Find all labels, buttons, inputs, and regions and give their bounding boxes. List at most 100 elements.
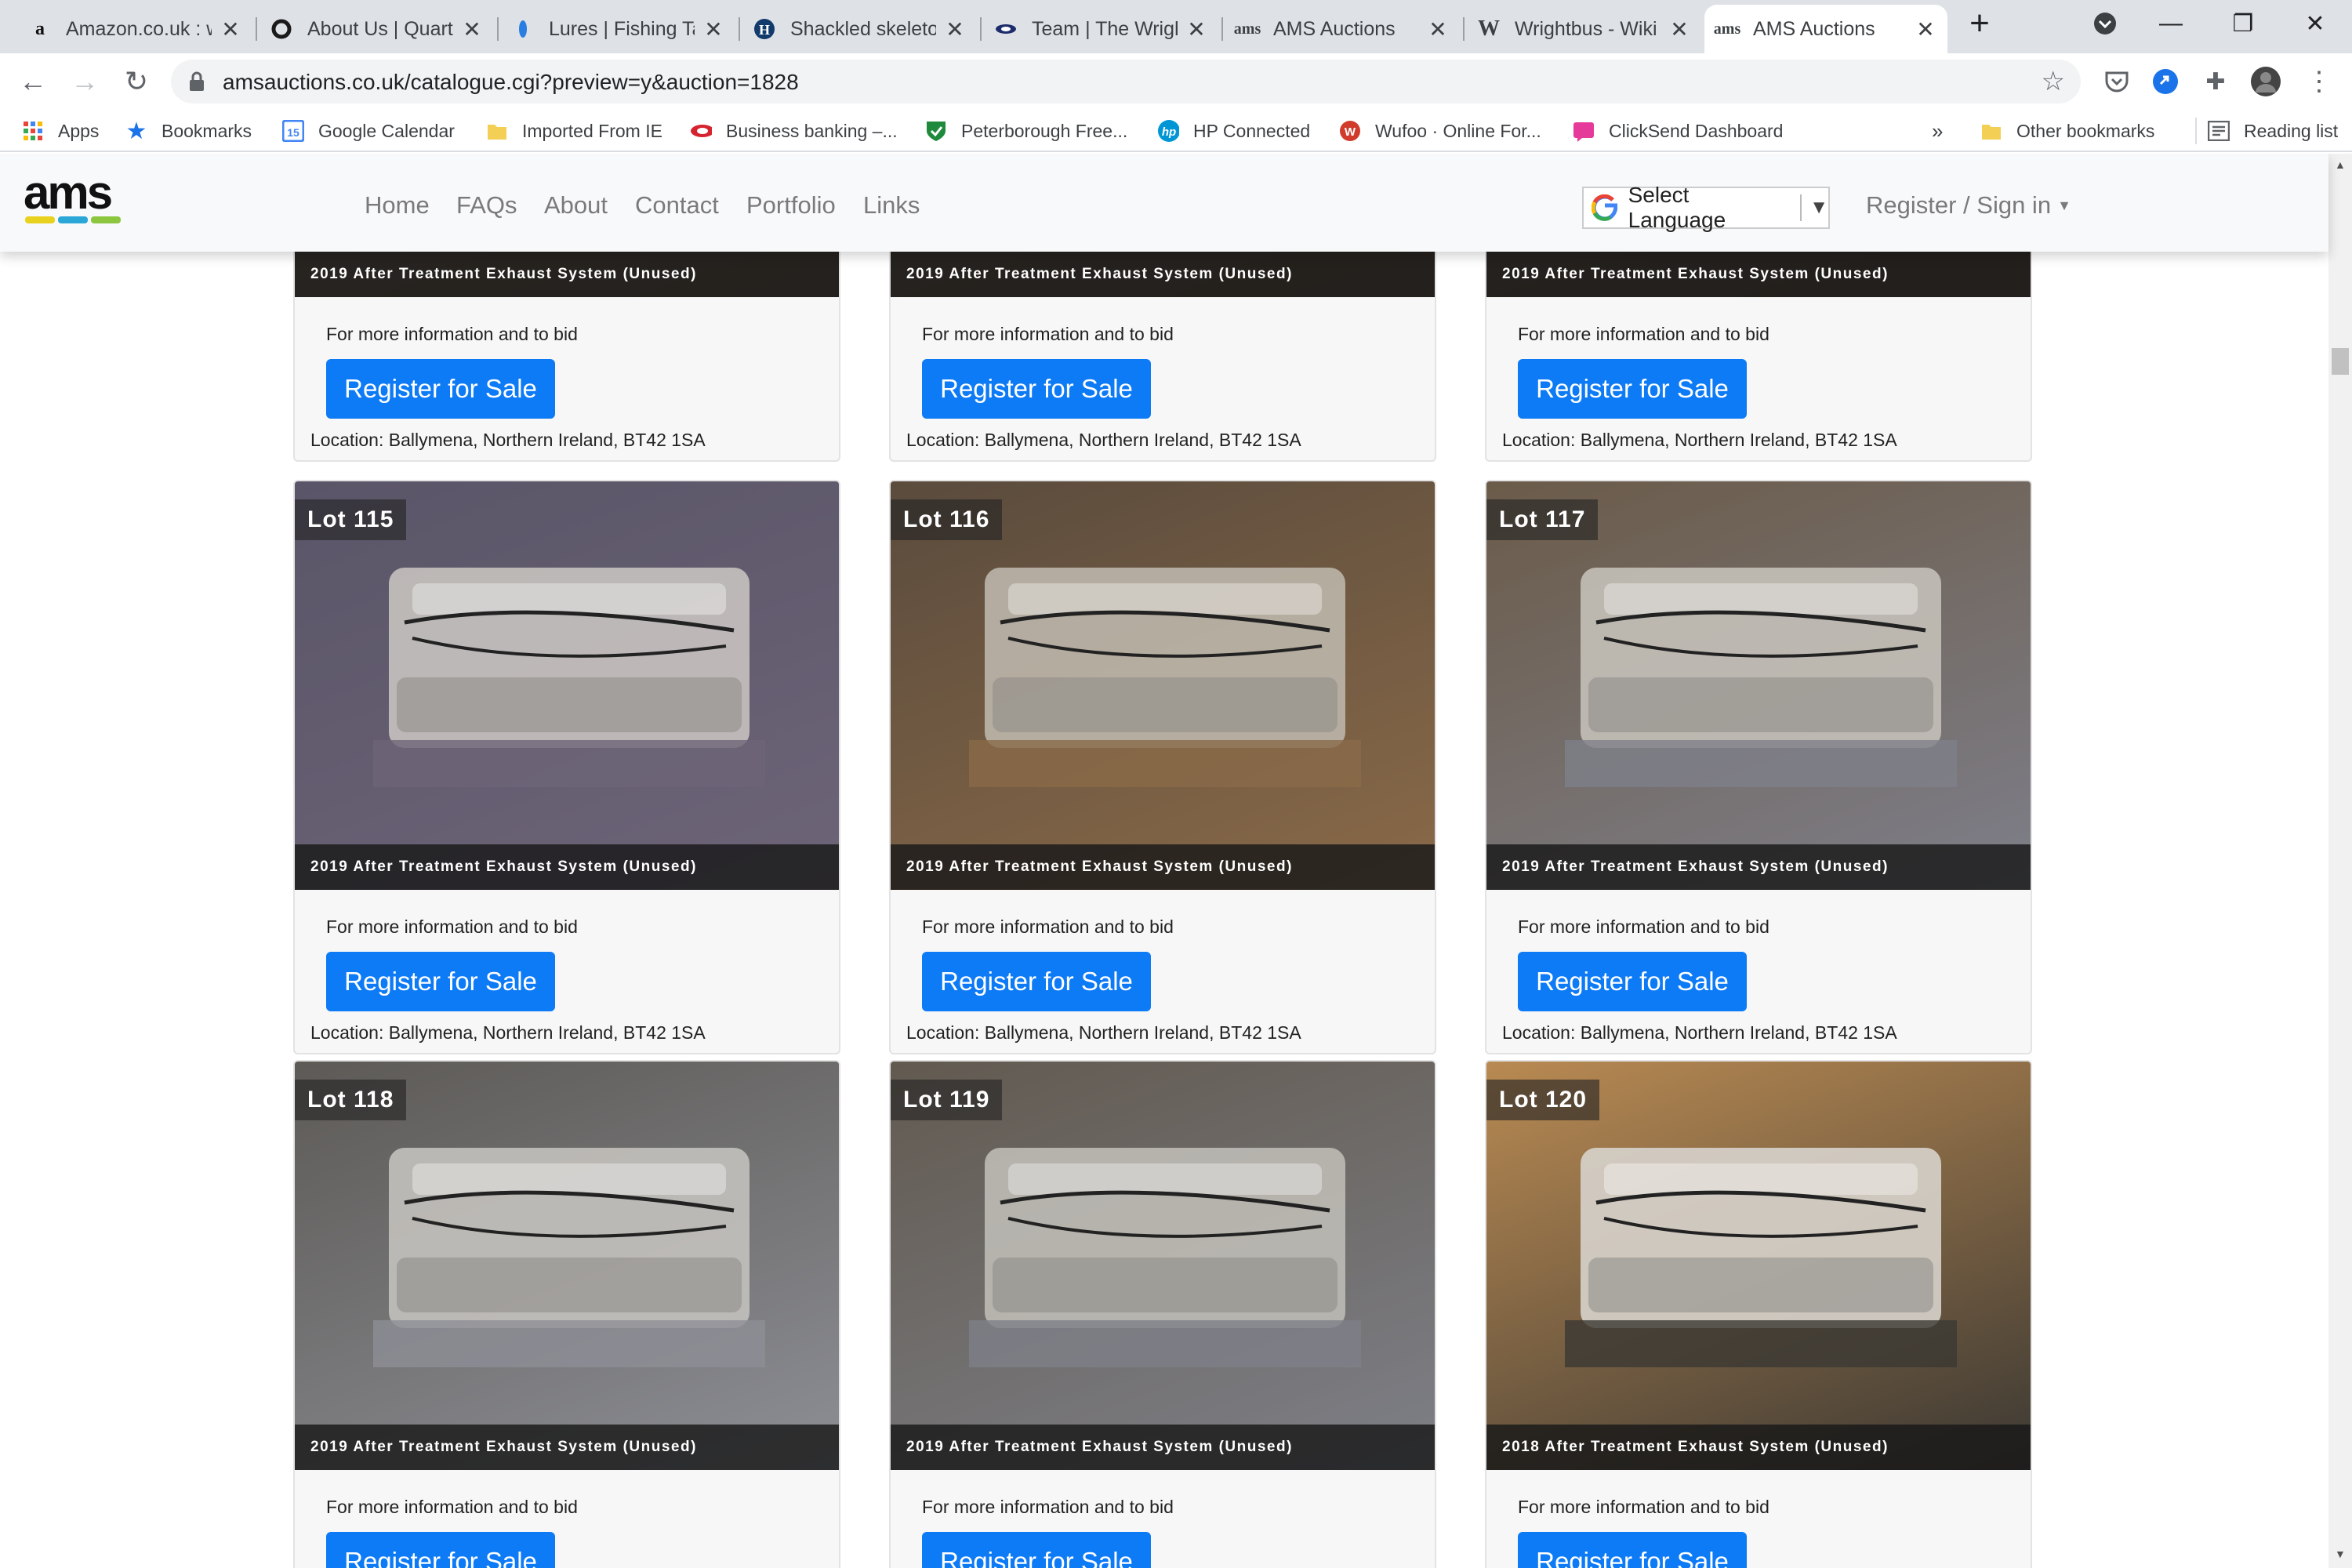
lot-number-label: Lot 115 — [295, 499, 407, 540]
scroll-up-arrow-icon[interactable]: ▲ — [2335, 158, 2346, 171]
close-tab-icon[interactable]: ✕ — [1668, 16, 1690, 42]
close-tab-icon[interactable]: ✕ — [1427, 16, 1449, 42]
chevron-down-circle-icon — [2094, 13, 2116, 34]
nav-about[interactable]: About — [544, 191, 608, 220]
bookmark-clicksend[interactable]: ClickSend Dashboard — [1573, 118, 1783, 144]
bookmarks-overflow-chevron-icon[interactable]: » — [1932, 118, 1943, 144]
vertical-scrollbar[interactable]: ▲ ▼ — [2328, 154, 2352, 1568]
forward-button[interactable]: → — [64, 61, 105, 102]
bid-info-text: For more information and to bid — [326, 324, 578, 344]
reload-button[interactable]: ↻ — [116, 61, 157, 102]
register-for-sale-button[interactable]: Register for Sale — [326, 1532, 555, 1568]
address-bar[interactable]: amsauctions.co.uk/catalogue.cgi?preview=… — [171, 60, 2081, 103]
tab-separator — [256, 17, 257, 41]
register-for-sale-button[interactable]: Register for Sale — [922, 952, 1151, 1011]
tab-search-button[interactable] — [2070, 0, 2140, 47]
register-signin-dropdown[interactable]: Register / Sign in ▼ — [1866, 191, 2071, 220]
lot-location: Location: Ballymena, Northern Ireland, B… — [310, 1022, 706, 1043]
site-navbar: ams Home FAQs About Contact Portfolio Li… — [0, 154, 2328, 252]
browser-tab[interactable]: a Amazon.co.uk : w ✕ — [17, 5, 252, 53]
profile-avatar[interactable] — [2249, 64, 2283, 99]
svg-text:ams: ams — [24, 171, 111, 219]
lot-card: Lot 116 2019 After Treatment Exhaust Syst… — [889, 480, 1436, 1054]
google-g-icon — [1592, 194, 1617, 221]
lot-photo[interactable]: Lot 116 2019 After Treatment Exhaust Syst… — [891, 481, 1435, 890]
lot-location: Location: Ballymena, Northern Ireland, B… — [310, 430, 706, 450]
back-button[interactable]: ← — [13, 61, 53, 102]
close-tab-icon[interactable]: ✕ — [461, 16, 483, 42]
close-tab-icon[interactable]: ✕ — [702, 16, 724, 42]
bookmark-other-bookmarks[interactable]: Other bookmarks — [1980, 118, 2154, 144]
minimize-button[interactable]: — — [2136, 0, 2206, 47]
bookmark-star-icon[interactable]: ☆ — [2042, 66, 2065, 97]
folder-icon — [486, 120, 508, 142]
register-for-sale-button[interactable]: Register for Sale — [1518, 952, 1747, 1011]
bookmarks-bar: Apps ★ Bookmarks 15 Google Calendar Impo… — [0, 110, 2352, 152]
new-tab-button[interactable]: + — [1948, 0, 2011, 47]
lot-location: Location: Ballymena, Northern Ireland, B… — [1502, 1022, 1897, 1043]
arrow-left-icon: ← — [19, 65, 47, 97]
ams-logo[interactable]: ams — [24, 166, 125, 230]
extension-link-icon[interactable] — [2148, 64, 2183, 99]
svg-text:H: H — [759, 22, 770, 38]
star-icon: ★ — [125, 118, 147, 144]
bookmark-imported-from-ie[interactable]: Imported From IE — [486, 118, 662, 144]
lot-photo[interactable]: Lot 119 2019 After Treatment Exhaust Syst… — [891, 1062, 1435, 1470]
ams-icon: ams — [1233, 20, 1261, 38]
bookmark-peterborough[interactable]: Peterborough Free... — [925, 118, 1127, 144]
wright-icon — [994, 17, 1018, 41]
wikipedia-icon: W — [1478, 16, 1500, 41]
reading-list[interactable]: Reading list — [2195, 118, 2338, 144]
nav-home[interactable]: Home — [365, 191, 430, 220]
kebab-menu-icon[interactable]: ⋮ — [2302, 64, 2336, 99]
browser-tab[interactable]: W Wrightbus - Wiki ✕ — [1466, 5, 1701, 53]
register-for-sale-button[interactable]: Register for Sale — [922, 1532, 1151, 1568]
scrollbar-thumb[interactable] — [2332, 348, 2349, 375]
browser-tab[interactable]: ams AMS Auctions ✕ — [1225, 5, 1460, 53]
register-for-sale-button[interactable]: Register for Sale — [326, 952, 555, 1011]
folder-icon — [1980, 120, 2002, 142]
lot-photo[interactable]: Lot 118 2019 After Treatment Exhaust Syst… — [295, 1062, 839, 1470]
register-for-sale-button[interactable]: Register for Sale — [1518, 1532, 1747, 1568]
browser-tab[interactable]: Team | The Wrigh ✕ — [983, 5, 1218, 53]
lot-caption: 2019 After Treatment Exhaust System (Unu… — [295, 252, 839, 297]
svg-text:W: W — [1345, 125, 1356, 139]
browser-tab-active[interactable]: ams AMS Auctions ✕ — [1704, 5, 1947, 53]
register-for-sale-button[interactable]: Register for Sale — [326, 359, 555, 419]
bookmark-wufoo[interactable]: W Wufoo · Online For... — [1339, 118, 1541, 144]
browser-tab[interactable]: Lures | Fishing Ta ✕ — [500, 5, 735, 53]
nav-contact[interactable]: Contact — [635, 191, 719, 220]
lot-photo[interactable]: Lot 120 2018 After Treatment Exhaust Syst… — [1486, 1062, 2031, 1470]
history-icon: H — [753, 17, 776, 41]
bookmark-hp-connected[interactable]: hp HP Connected — [1157, 118, 1310, 144]
bookmark-bookmarks[interactable]: ★ Bookmarks — [125, 118, 252, 144]
lot-photo[interactable]: Lot 117 2019 After Treatment Exhaust Syst… — [1486, 481, 2031, 890]
restore-button[interactable]: ❐ — [2208, 0, 2278, 47]
close-tab-icon[interactable]: ✕ — [220, 16, 241, 42]
lot-number-label: Lot 119 — [891, 1080, 1003, 1120]
extensions-puzzle-icon[interactable]: ✚ — [2198, 64, 2233, 99]
scroll-down-arrow-icon[interactable]: ▼ — [2335, 1548, 2346, 1560]
close-tab-icon[interactable]: ✕ — [944, 16, 966, 42]
bid-info-text: For more information and to bid — [326, 1497, 578, 1517]
browser-tab[interactable]: About Us | Quart ✕ — [259, 5, 494, 53]
nav-links[interactable]: Links — [863, 191, 920, 220]
pocket-icon[interactable] — [2100, 64, 2134, 99]
browser-tab[interactable]: H Shackled skeleto ✕ — [742, 5, 977, 53]
language-select[interactable]: Select Language ▼ — [1582, 183, 1830, 232]
register-for-sale-button[interactable]: Register for Sale — [922, 359, 1151, 419]
register-for-sale-button[interactable]: Register for Sale — [1518, 359, 1747, 419]
bookmark-apps[interactable]: Apps — [22, 118, 99, 144]
nav-faqs[interactable]: FAQs — [456, 191, 517, 220]
close-tab-icon[interactable]: ✕ — [1185, 16, 1207, 42]
close-tab-icon[interactable]: ✕ — [1915, 16, 1936, 42]
bid-info-text: For more information and to bid — [1518, 1497, 1769, 1517]
tab-separator — [497, 17, 499, 41]
bookmark-business-banking[interactable]: Business banking –... — [690, 118, 898, 144]
lot-photo[interactable]: Lot 115 2019 After Treatment Exhaust Syst… — [295, 481, 839, 890]
lot-number-label: Lot 116 — [891, 499, 1003, 540]
nav-portfolio[interactable]: Portfolio — [746, 191, 836, 220]
lot-number-label: Lot 120 — [1486, 1080, 1600, 1120]
bookmark-google-calendar[interactable]: 15 Google Calendar — [282, 118, 455, 144]
close-window-button[interactable]: ✕ — [2280, 0, 2350, 47]
